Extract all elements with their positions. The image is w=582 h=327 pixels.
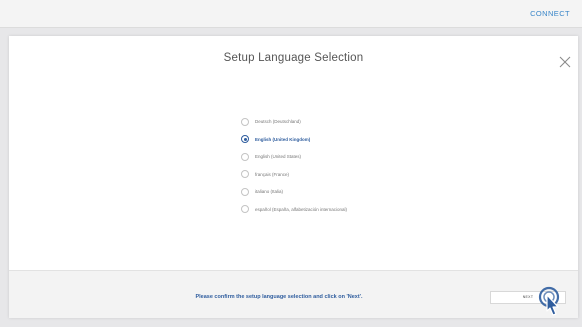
radio-button[interactable] xyxy=(241,170,249,179)
top-bar: CONNECT xyxy=(0,0,582,28)
radio-button-selected[interactable] xyxy=(241,135,249,144)
language-option-label: español (España, alfabetización internac… xyxy=(255,206,348,212)
close-icon[interactable] xyxy=(559,56,571,68)
hand-pointer-icon xyxy=(538,286,560,316)
language-option-fr-fr[interactable]: français (France) xyxy=(241,166,347,184)
dialog-footer: Please confirm the setup language select… xyxy=(9,270,578,318)
connect-link[interactable]: CONNECT xyxy=(530,9,570,18)
radio-button[interactable] xyxy=(241,152,249,161)
radio-button[interactable] xyxy=(241,187,249,196)
dialog-title: Setup Language Selection xyxy=(223,52,364,64)
footer-message: Please confirm the setup language select… xyxy=(195,294,363,300)
radio-button[interactable] xyxy=(241,117,249,126)
language-option-label: Deutsch (Deutschland) xyxy=(255,119,301,125)
radio-button[interactable] xyxy=(241,205,249,214)
language-option-en-us[interactable]: English (United States) xyxy=(241,148,347,166)
language-option-de-de[interactable]: Deutsch (Deutschland) xyxy=(241,113,347,131)
language-option-label: français (France) xyxy=(255,171,290,177)
language-options: Deutsch (Deutschland) English (United Ki… xyxy=(241,113,347,218)
language-option-it-it[interactable]: italiano (Italia) xyxy=(241,183,347,201)
language-option-label: italiano (Italia) xyxy=(255,189,284,195)
language-option-label: English (United States) xyxy=(255,154,302,160)
language-option-en-gb[interactable]: English (United Kingdom) xyxy=(241,131,347,149)
language-option-es-es[interactable]: español (España, alfabetización internac… xyxy=(241,201,347,219)
language-selection-dialog: Setup Language Selection Deutsch (Deutsc… xyxy=(9,36,578,318)
language-option-label: English (United Kingdom) xyxy=(255,136,311,142)
